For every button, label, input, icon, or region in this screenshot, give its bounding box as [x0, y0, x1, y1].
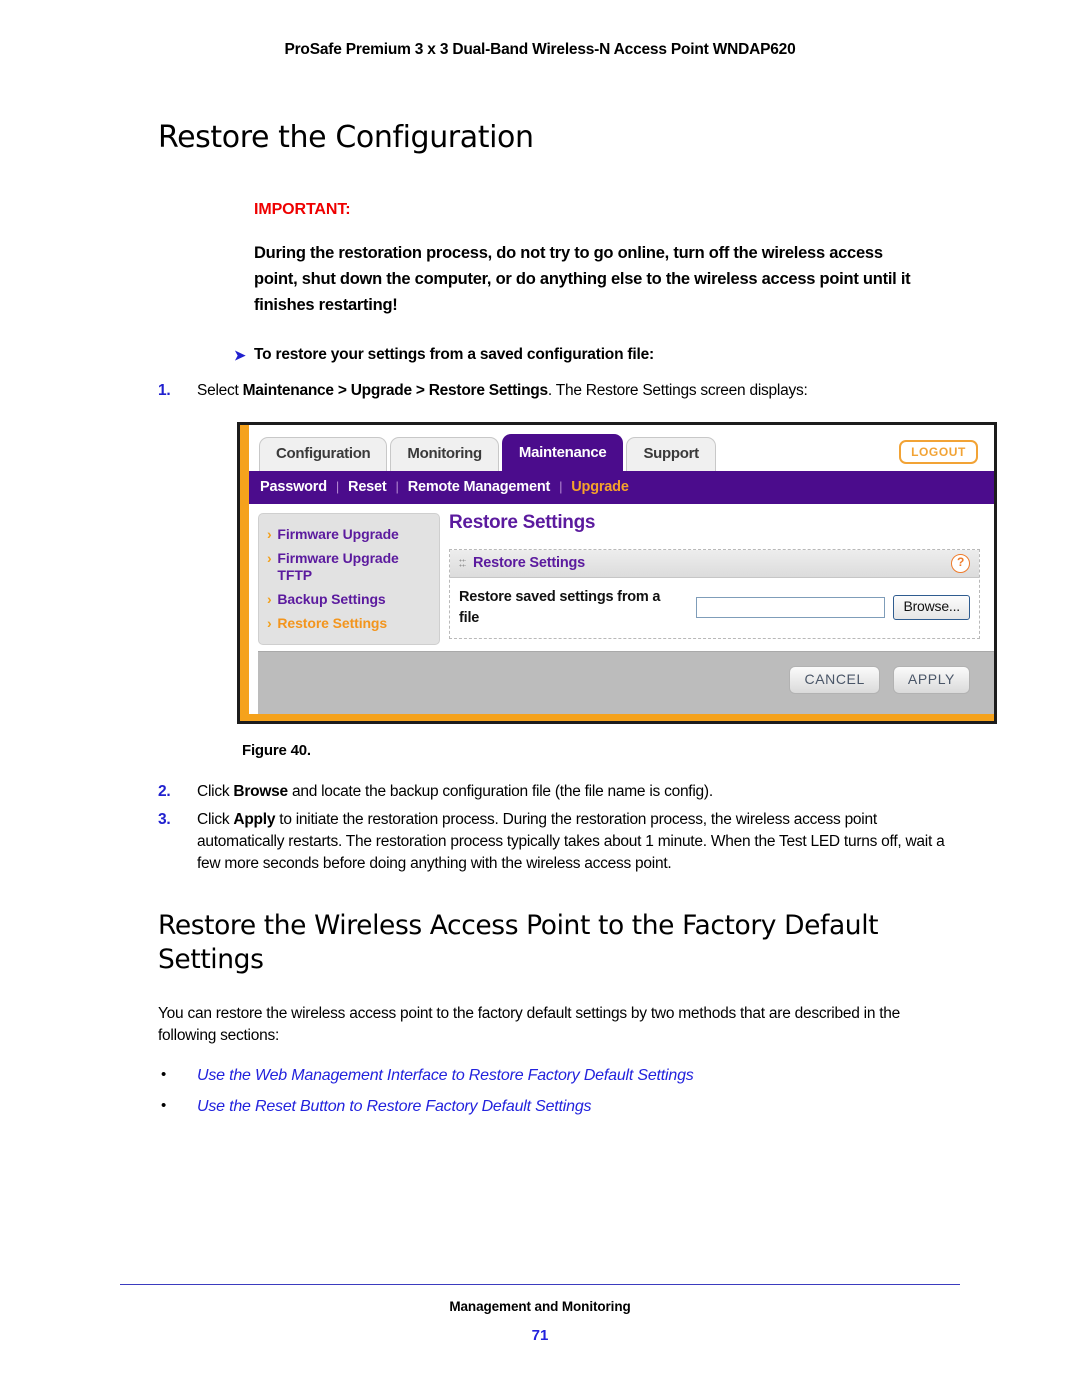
section-body-text: You can restore the wireless access poin…	[158, 1005, 901, 1045]
sub-navigation: Password | Reset | Remote Management | U…	[249, 471, 994, 505]
tab-configuration[interactable]: Configuration	[259, 436, 388, 472]
running-header: ProSafe Premium 3 x 3 Dual-Band Wireless…	[284, 41, 796, 58]
left-accent-strip	[240, 425, 249, 722]
page-title: Restore the Configuration	[158, 120, 534, 155]
tab-bar: Configuration Monitoring Maintenance Sup…	[249, 425, 994, 472]
cancel-button[interactable]: CANCEL	[789, 666, 880, 695]
ui-body: › Firmware Upgrade › Firmware Upgrade TF…	[249, 504, 994, 722]
subnav-item-remote-management[interactable]: Remote Management	[408, 477, 551, 498]
pane-title: Restore Settings	[449, 512, 596, 534]
panel-header: Restore Settings ?	[450, 550, 979, 579]
important-callout: IMPORTANT: During the restoration proces…	[254, 201, 914, 318]
sidebar-item-restore-settings[interactable]: › Restore Settings	[267, 615, 429, 632]
step-text-pre: Select	[197, 382, 243, 400]
bullet-icon: •	[161, 1066, 167, 1084]
step-2: 2. Click Browse and locate the backup con…	[152, 781, 952, 803]
important-label: IMPORTANT:	[254, 201, 351, 219]
procedure-steps: 1. Select Maintenance > Upgrade > Restore…	[152, 380, 997, 875]
step-text-bold: Apply	[233, 811, 276, 829]
restore-file-row: Restore saved settings from a file Brows…	[450, 578, 979, 639]
sidebar: › Firmware Upgrade › Firmware Upgrade TF…	[258, 513, 440, 646]
subnav-item-reset[interactable]: Reset	[348, 477, 387, 498]
apply-button[interactable]: APPLY	[892, 666, 970, 695]
page-number: 71	[531, 1327, 549, 1344]
sidebar-item-firmware-upgrade[interactable]: › Firmware Upgrade	[267, 526, 429, 543]
panel-title: Restore Settings	[473, 555, 586, 572]
main-pane: Restore Settings Restore Settings ? Rest…	[449, 510, 980, 640]
subnav-separator: |	[395, 479, 399, 495]
list-item[interactable]: • Use the Web Management Interface to Re…	[152, 1066, 952, 1085]
step-text-post: to initiate the restoration process. Dur…	[197, 811, 945, 873]
subnav-item-password[interactable]: Password	[260, 477, 327, 498]
footer-divider	[120, 1284, 960, 1285]
chevron-right-icon: ›	[267, 591, 272, 608]
restore-settings-panel: Restore Settings ? Restore saved setting…	[449, 549, 980, 640]
chevron-right-icon: ›	[267, 615, 272, 632]
procedure-heading-label: To restore your settings from a saved co…	[254, 346, 654, 364]
action-buttons: CANCEL APPLY	[789, 666, 970, 695]
section-title: Restore the Wireless Access Point to the…	[158, 910, 879, 976]
sidebar-item-backup-settings[interactable]: › Backup Settings	[267, 591, 429, 608]
bottom-accent-strip	[240, 714, 994, 722]
step-text-bold: Browse	[233, 783, 288, 801]
arrow-marker-icon: ➤	[234, 347, 246, 364]
subnav-separator: |	[335, 479, 340, 495]
page-content: Restore the Configuration IMPORTANT: Dur…	[152, 120, 997, 1129]
figure-caption: Figure 40.	[242, 742, 311, 760]
step-number: 2.	[158, 783, 171, 801]
subnav-item-upgrade[interactable]: Upgrade	[571, 477, 629, 498]
step-1: 1. Select Maintenance > Upgrade > Restore…	[152, 380, 997, 761]
subnav-separator: |	[559, 479, 563, 495]
tab-maintenance[interactable]: Maintenance	[501, 433, 624, 472]
tab-support[interactable]: Support	[626, 436, 716, 472]
tab-list: Configuration Monitoring Maintenance Sup…	[259, 433, 716, 472]
cross-reference-link[interactable]: Use the Reset Button to Restore Factory …	[197, 1098, 592, 1115]
document-page: ProSafe Premium 3 x 3 Dual-Band Wireless…	[0, 0, 1080, 1397]
step-text-post: . The Restore Settings screen displays:	[547, 382, 808, 400]
step-text-pre: Click	[197, 811, 234, 829]
tab-monitoring[interactable]: Monitoring	[390, 436, 499, 472]
step-3: 3. Click Apply to initiate the restoratio…	[152, 809, 952, 875]
sidebar-item-label: Backup Settings	[277, 591, 386, 608]
sidebar-item-label: Restore Settings	[277, 615, 388, 632]
chevron-right-icon: ›	[267, 526, 272, 543]
cross-reference-list: • Use the Web Management Interface to Re…	[152, 1066, 952, 1116]
restore-file-label: Restore saved settings from a file	[459, 589, 661, 626]
logout-button[interactable]: LOGOUT	[899, 440, 978, 465]
sidebar-item-label: Firmware Upgrade TFTP	[277, 550, 399, 584]
bullet-icon: •	[161, 1097, 167, 1115]
chevron-right-icon: ›	[267, 550, 272, 567]
step-number: 1.	[158, 382, 171, 400]
figure-inner: Configuration Monitoring Maintenance Sup…	[240, 425, 994, 722]
step-text-post: and locate the backup configuration file…	[287, 783, 713, 801]
help-icon[interactable]: ?	[951, 554, 970, 574]
step-text-pre: Click	[197, 783, 234, 801]
footer-title: Management and Monitoring	[449, 1299, 631, 1314]
list-item[interactable]: • Use the Reset Button to Restore Factor…	[152, 1097, 952, 1116]
procedure-heading: ➤ To restore your settings from a saved …	[234, 346, 952, 364]
important-text: During the restoration process, do not t…	[254, 244, 911, 314]
cross-reference-link[interactable]: Use the Web Management Interface to Rest…	[197, 1067, 694, 1084]
action-bar: CANCEL APPLY	[258, 651, 994, 715]
step-number: 3.	[158, 811, 171, 829]
drag-handle-icon[interactable]	[459, 558, 466, 570]
logout-wrap: LOGOUT	[899, 440, 978, 465]
restore-file-input[interactable]	[695, 597, 886, 619]
figure-screenshot: Configuration Monitoring Maintenance Sup…	[237, 422, 997, 725]
browse-button[interactable]: Browse...	[893, 595, 970, 620]
sidebar-item-firmware-upgrade-tftp[interactable]: › Firmware Upgrade TFTP	[267, 550, 429, 584]
step-text-bold: Maintenance > Upgrade > Restore Settings	[242, 382, 549, 400]
sidebar-item-label: Firmware Upgrade	[277, 526, 399, 543]
